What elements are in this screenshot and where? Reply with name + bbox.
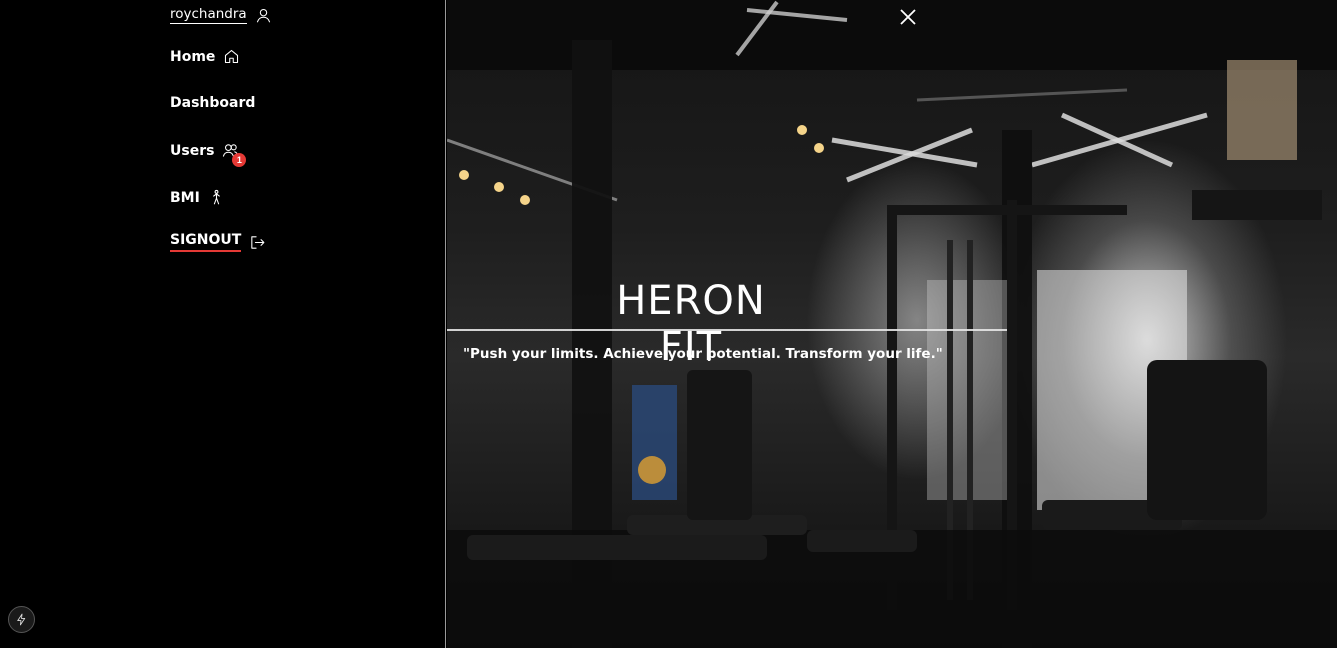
logout-icon [251,235,265,249]
username-label: roychandra [170,6,247,24]
user-profile-link[interactable]: roychandra [170,6,272,24]
hero-divider [447,329,1007,331]
sidebar: roychandra Home Dashboard Users 1 BMI SI… [0,0,446,648]
hero-quote: "Push your limits. Achieve your potentia… [463,346,943,362]
sidebar-item-users[interactable]: Users 1 [170,142,247,167]
sidebar-item-label: SIGNOUT [170,232,242,252]
bolt-button[interactable] [8,606,35,633]
home-icon [225,49,239,64]
hero-section: HERON FIT "Push your limits. Achieve you… [447,0,1337,648]
person-walking-icon [212,189,220,205]
sidebar-item-label: Users [170,142,215,159]
sidebar-item-dashboard[interactable]: Dashboard [170,95,255,111]
sidebar-item-label: Home [170,48,216,65]
sidebar-item-bmi[interactable]: BMI [170,189,225,206]
user-icon [256,8,270,22]
close-icon [900,9,916,25]
bolt-icon [17,613,26,626]
sidebar-item-label: BMI [170,189,200,206]
users-icon-wrap: 1 [222,142,247,167]
users-notification-badge: 1 [232,153,247,167]
sidebar-item-home[interactable]: Home [170,48,240,65]
gym-background-image [447,0,1337,648]
sidebar-item-signout[interactable]: SIGNOUT [170,232,266,252]
sidebar-item-label: Dashboard [170,95,256,111]
close-button[interactable] [899,8,917,26]
